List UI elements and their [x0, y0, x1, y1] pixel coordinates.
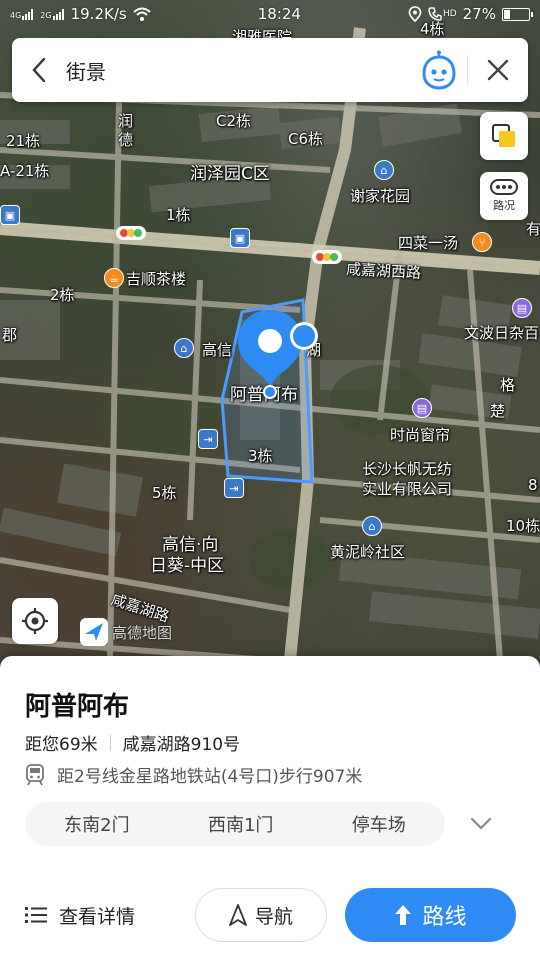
map-label: 吉顺茶楼	[126, 270, 187, 288]
map-label: 高信·向	[162, 535, 219, 555]
map-label: 日葵-中区	[150, 556, 225, 576]
map-label: 高信	[202, 341, 233, 359]
tea-house-icon[interactable]: ☕	[104, 268, 124, 288]
crosshair-icon	[22, 608, 48, 634]
transit-text: 距2号线金星路地铁站(4号口)步行907米	[57, 767, 363, 787]
traffic-button[interactable]: 路况	[480, 172, 528, 220]
map-label: 实业有限公司	[362, 480, 453, 498]
place-info: 距您69米 咸嘉湖路910号	[25, 730, 240, 755]
view-details-label: 查看详情	[59, 905, 136, 928]
map-label: 1栋	[166, 206, 191, 224]
metro-exit-icon[interactable]: ⇥	[198, 429, 218, 449]
route-label: 路线	[422, 905, 467, 930]
volte-hd-icon: HD	[428, 7, 457, 21]
map-label-road: 咸嘉湖西路	[345, 260, 422, 282]
map-label: A-21栋	[0, 162, 50, 180]
traffic-icon	[490, 179, 518, 195]
battery-percent: 27%	[462, 5, 496, 23]
traffic-light-icon	[312, 250, 342, 264]
chevron-down-icon	[470, 817, 492, 830]
map-label: 格	[500, 376, 516, 394]
my-location-dot-icon	[290, 322, 318, 350]
chevron-left-icon	[32, 57, 46, 83]
route-button[interactable]: 路线	[345, 888, 516, 942]
location-status-icon	[408, 6, 422, 22]
map-label-runde: 润德	[118, 112, 134, 149]
list-icon	[25, 907, 47, 923]
map-label: C2栋	[216, 112, 252, 130]
address-text: 咸嘉湖路910号	[122, 735, 241, 755]
bus-stop-icon[interactable]: ▣	[230, 228, 250, 248]
distance-text: 距您69米	[25, 735, 98, 755]
battery-icon	[501, 7, 533, 21]
map-label: 10栋	[506, 517, 540, 535]
signal-icon: 2G	[40, 8, 64, 20]
map-label: 长沙长帆无纺	[362, 460, 453, 478]
search-query[interactable]: 街景	[66, 56, 411, 85]
place-name: 阿普阿布	[25, 692, 130, 722]
network-speed: 19.2K/s	[70, 5, 127, 23]
map-label: 郡	[2, 326, 18, 344]
traffic-light-icon	[116, 226, 146, 240]
building-poi-icon[interactable]: ⌂	[174, 338, 194, 358]
search-bar: 街景	[12, 38, 528, 102]
metro-exit-icon[interactable]: ⇥	[224, 478, 244, 498]
close-button[interactable]	[468, 38, 528, 102]
building-poi-icon[interactable]: ⌂	[362, 516, 382, 536]
status-time: 18:24	[257, 5, 301, 23]
entrance-tab[interactable]: 停车场	[352, 811, 406, 837]
map-label: 四菜一汤	[398, 234, 459, 252]
transit-info: 距2号线金星路地铁站(4号口)步行907米	[25, 762, 362, 787]
restaurant-icon[interactable]: ⑂	[472, 232, 492, 252]
map-view[interactable]: 湘雅医院 4栋 润德 C2栋 C6栋 润泽园C区 21栋 A-21栋 谢家花园 …	[0, 0, 540, 680]
map-label: 有	[526, 220, 540, 238]
map-label: 5栋	[152, 484, 177, 502]
amap-logo-icon	[80, 618, 108, 646]
layers-icon	[492, 124, 515, 147]
layers-button[interactable]	[480, 112, 528, 160]
map-label: 3栋	[248, 447, 273, 465]
map-label: C6栋	[288, 130, 324, 148]
view-details-button[interactable]: 查看详情	[25, 890, 135, 940]
wifi-icon	[133, 7, 151, 21]
voice-assistant-button[interactable]	[411, 38, 467, 102]
back-button[interactable]	[12, 38, 66, 102]
navigate-button[interactable]: 导航	[195, 888, 327, 942]
entrance-tabs: 东南2门 西南1门 停车场	[25, 802, 445, 846]
map-label: 楚	[490, 402, 506, 420]
bus-stop-icon[interactable]: ▣	[0, 205, 20, 225]
map-label: 21栋	[6, 132, 41, 150]
entrance-tab[interactable]: 西南1门	[208, 811, 273, 837]
map-label: 时尚窗帘	[390, 426, 451, 444]
map-logo: 高德地图	[80, 618, 172, 646]
map-label: 润泽园C区	[190, 164, 270, 184]
assistant-mascot-icon	[422, 50, 456, 90]
map-label: 文波日杂百	[464, 324, 540, 342]
divider	[109, 734, 111, 751]
entrance-tab[interactable]: 东南2门	[64, 811, 129, 837]
map-label: 2栋	[50, 286, 75, 304]
expand-button[interactable]	[466, 809, 496, 839]
navigation-arrow-icon	[229, 904, 247, 926]
signal-icon: 4G	[10, 8, 34, 20]
map-label: 谢家花园	[350, 187, 411, 205]
shop-icon[interactable]: ▤	[512, 298, 532, 318]
close-icon	[487, 59, 509, 81]
locate-me-button[interactable]	[12, 598, 58, 644]
traffic-label: 路况	[493, 199, 515, 212]
building-poi-icon[interactable]: ⌂	[374, 160, 394, 180]
status-bar: 4G 2G 19.2K/s 18:24 HD 27%	[0, 0, 540, 28]
route-arrow-icon	[395, 905, 412, 925]
map-label: 黄泥岭社区	[330, 543, 406, 561]
navigate-label: 导航	[254, 905, 293, 928]
place-detail-sheet[interactable]: 阿普阿布 距您69米 咸嘉湖路910号 距2号线金星路地铁站(4号口)步行907…	[0, 656, 540, 960]
shop-icon[interactable]: ▤	[412, 398, 432, 418]
metro-icon	[26, 763, 44, 785]
map-label: 8	[528, 476, 538, 494]
